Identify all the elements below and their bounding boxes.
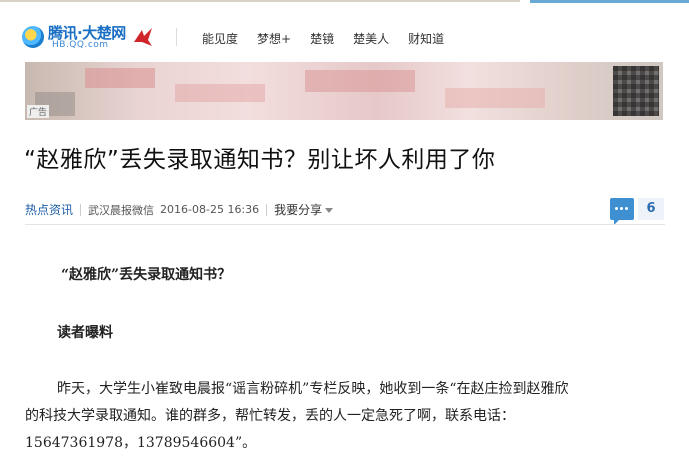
meta-divider	[80, 203, 82, 216]
paragraph-line: 15647361978，13789546604”。	[25, 435, 257, 451]
qq-logo-icon	[22, 26, 44, 48]
top-nav: 能见度 梦想+ 楚镜 楚美人 财知道	[202, 30, 463, 47]
nav-item-nengjiandu[interactable]: 能见度	[202, 30, 238, 47]
site-header: 腾讯·大楚网 HB.QQ.com 能见度 梦想+ 楚镜 楚美人 财知道	[0, 14, 689, 56]
logo-url: HB.QQ.com	[52, 40, 109, 50]
top-accent-right	[530, 0, 689, 3]
banner-blur-block	[305, 70, 415, 92]
ad-label: 广告	[27, 105, 50, 118]
ad-banner[interactable]: 广告	[25, 62, 663, 120]
share-label: 我要分享	[274, 203, 323, 217]
section-heading: 读者曝料	[57, 325, 113, 341]
top-accent-left	[0, 0, 520, 2]
banner-blur-block	[85, 68, 155, 88]
meta-divider	[266, 203, 268, 216]
chu-bird-icon	[134, 28, 152, 46]
chevron-down-icon	[325, 208, 334, 213]
nav-item-mengxiang[interactable]: 梦想+	[257, 30, 291, 47]
article-meta: 热点资讯 武汉晨报微信 2016-08-25 16:36 我要分享	[25, 201, 334, 218]
category-link[interactable]: 热点资讯	[25, 201, 73, 218]
nav-item-chumeiren[interactable]: 楚美人	[353, 30, 389, 47]
comment-icon	[610, 198, 634, 225]
top-accent-line	[0, 0, 689, 4]
article-source: 武汉晨报微信	[88, 203, 155, 217]
comment-button[interactable]: 6	[610, 198, 664, 225]
share-button[interactable]: 我要分享	[274, 201, 334, 218]
paragraph-line: 昨天，大学生小崔致电晨报“谣言粉碎机”专栏反映，她收到一条“在赵庄捡到赵雅欣	[57, 381, 569, 397]
site-logo[interactable]: 腾讯·大楚网 HB.QQ.com	[22, 22, 162, 52]
nav-item-caizhidao[interactable]: 财知道	[408, 30, 444, 47]
article-title: “赵雅欣”丢失录取通知书？别让坏人利用了你	[24, 147, 496, 173]
qr-code	[613, 66, 659, 116]
nav-divider	[176, 28, 177, 46]
nav-item-chujing[interactable]: 楚镜	[310, 30, 334, 47]
article-subtitle: “赵雅欣”丢失录取通知书？	[61, 267, 232, 283]
comment-count: 6	[638, 198, 664, 220]
meta-divider-line	[25, 224, 665, 225]
article-datetime: 2016-08-25 16:36	[160, 203, 260, 216]
banner-blur-block	[445, 88, 545, 108]
paragraph-line: 的科技大学录取通知。谁的群多，帮忙转发，丢的人一定急死了啊，联系电话：	[25, 408, 515, 424]
article-paragraph: 昨天，大学生小崔致电晨报“谣言粉碎机”专栏反映，她收到一条“在赵庄捡到赵雅欣 的…	[25, 376, 675, 457]
banner-blur-block	[175, 84, 265, 102]
